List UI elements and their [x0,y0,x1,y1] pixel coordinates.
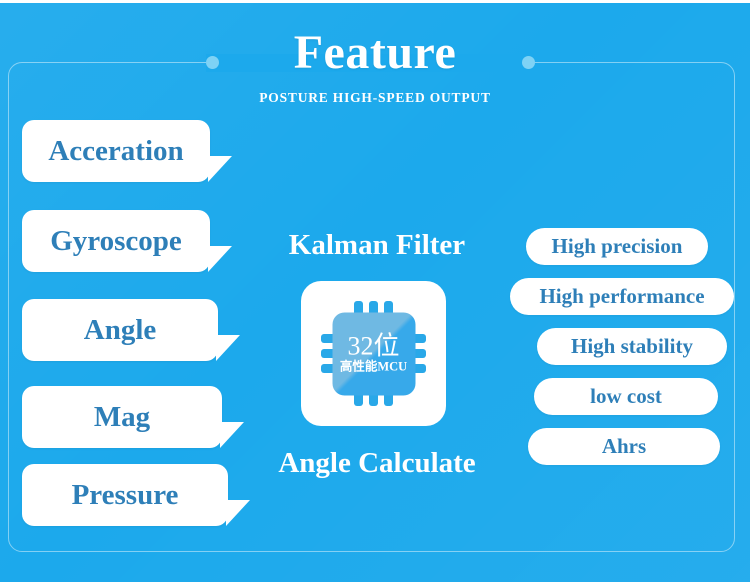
benefit-pill-high-precision: High precision [526,228,708,265]
benefit-pill-low-cost: low cost [534,378,718,415]
sensor-bubble-angle: Angle [22,299,240,361]
sensor-bubble-label: Angle [83,313,157,346]
bubble-tail-icon [220,422,244,448]
mcu-chip-die: 32位 高性能MCU [332,312,415,395]
header: Feature POSTURE HIGH-SPEED OUTPUT [0,26,750,106]
sensor-bubble-gyroscope: Gyroscope [22,210,232,272]
chip-bit-width-label: 32位 [347,331,400,361]
sensor-bubble-label: Mag [93,400,151,433]
sensor-bubble-pressure: Pressure [22,464,250,526]
feature-poster: Feature POSTURE HIGH-SPEED OUTPUT Accera… [0,0,750,582]
benefit-pill-label: low cost [590,384,662,408]
page-subtitle: POSTURE HIGH-SPEED OUTPUT [259,90,491,106]
benefit-pill-label: Ahrs [601,434,647,458]
sensor-bubble-label: Acceration [48,134,184,167]
caption-angle-calculate: Angle Calculate [278,447,476,479]
benefit-pill-ahrs: Ahrs [528,428,720,465]
benefit-pill-label: High stability [571,334,693,358]
benefit-pill-high-performance: High performance [510,278,734,315]
benefit-pill-label: High precision [551,234,683,258]
benefit-pill-label: High performance [539,284,705,308]
caption-kalman-filter: Kalman Filter [288,229,466,261]
bubble-tail-icon [216,335,240,361]
sensor-bubble-label: Gyroscope [50,224,182,257]
bubble-tail-icon [226,500,250,526]
chip-mcu-label: 高性能MCU [339,359,408,374]
benefit-pill-high-stability: High stability [537,328,727,365]
mcu-chip-card: 32位 高性能MCU [301,281,446,426]
sensor-bubble-label: Pressure [71,478,179,511]
sensor-bubble-mag: Mag [22,386,244,448]
bubble-tail-icon [208,156,232,182]
bubble-tail-icon [208,246,232,272]
top-white-strip [0,0,750,3]
page-title: Feature [293,26,457,79]
sensor-bubble-acceration: Acceration [22,120,232,182]
